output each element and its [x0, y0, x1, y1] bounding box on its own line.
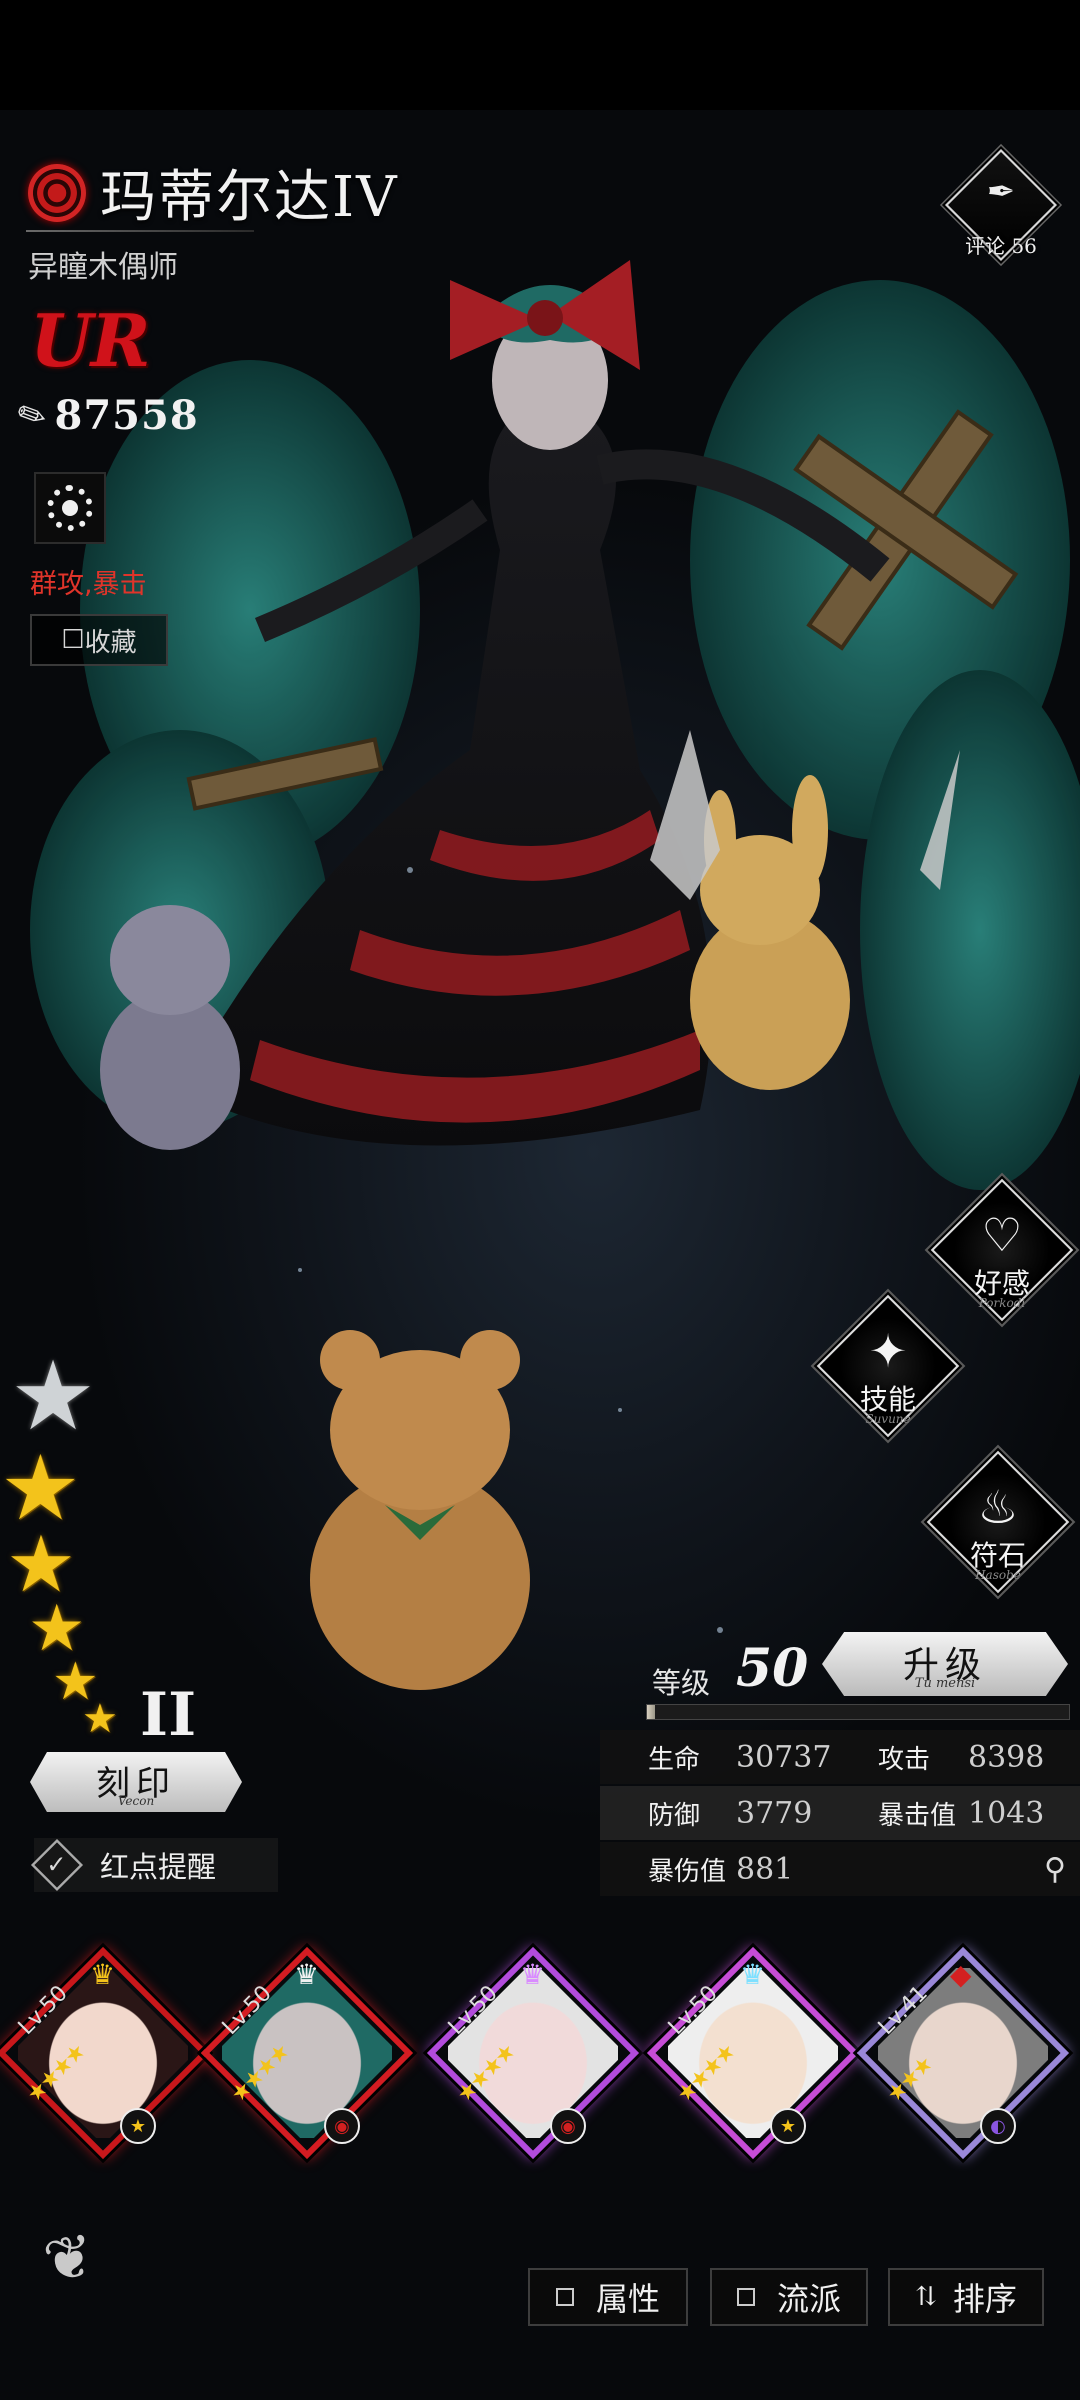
sparkle-icon: ✦	[868, 1324, 908, 1378]
heart-crest-icon: ♡	[981, 1208, 1023, 1262]
cat-doll	[100, 905, 240, 1150]
power-value: 87558	[54, 392, 199, 439]
element-icon: ◉	[550, 2108, 586, 2144]
attribute-label: 属性	[595, 2280, 660, 2318]
stat-crit-label: 暴击值	[878, 1800, 957, 1831]
level-value: 50	[736, 1638, 809, 1699]
exp-bar-fill	[647, 1705, 656, 1719]
crown-icon: ◆	[950, 1958, 972, 1991]
stat-row: 暴伤值 881 ⚲	[600, 1842, 1080, 1896]
power-row: ✎ 87558	[11, 391, 199, 439]
element-icon: ★	[120, 2108, 156, 2144]
stat-atk-label: 攻击	[878, 1744, 931, 1775]
stat-hp-label: 生命	[648, 1744, 701, 1775]
skills-button[interactable]: ✦ 技能 Suvune	[816, 1294, 960, 1438]
exp-bar	[646, 1704, 1070, 1720]
hero-card[interactable]: Lv.41 ◆ ★★★ ◐	[856, 1946, 1070, 2160]
comments-button[interactable]: ✒ 评论 56	[944, 148, 1058, 262]
hero-name: 玛蒂尔达IV	[100, 165, 399, 230]
magnifier-icon[interactable]: ⚲	[1044, 1852, 1066, 1887]
class-icon[interactable]	[34, 472, 106, 544]
checkbox-icon: ☐	[61, 625, 85, 655]
hero-detail-screen: 玛蒂尔达IV 异瞳木偶师 UR ✎ 87558 群攻,暴击 ☐ 收藏 ✒ 评论 5…	[0, 0, 1080, 2400]
runes-sublabel: Hasobe	[975, 1568, 1021, 1582]
favorite-label: 收藏	[84, 627, 137, 658]
reddot-label: 红点提醒	[100, 1850, 217, 1884]
school-label: 流派	[776, 2280, 841, 2318]
checkmark-icon: ✓	[46, 1850, 68, 1879]
grade-numeral: II	[140, 1680, 197, 1750]
stat-def-value: 3779	[736, 1795, 813, 1831]
power-icon: ✎	[10, 391, 54, 440]
checkbox-icon	[555, 2288, 574, 2306]
hero-name-row: 玛蒂尔达IV	[28, 152, 399, 233]
school-filter-button[interactable]: 流派	[710, 2268, 868, 2326]
reddot-toggle[interactable]: ✓ 红点提醒	[30, 1838, 278, 1892]
stat-crit-value: 1043	[968, 1795, 1045, 1831]
name-divider	[26, 230, 254, 232]
imprint-button[interactable]: 刻印 Vecon	[16, 1752, 256, 1812]
rose-logo-icon[interactable]: ❦	[38, 2220, 100, 2298]
star-rating: ★ ★ ★ ★ ★ ★	[0, 1340, 140, 1760]
ring-icon	[47, 485, 93, 531]
hero-card[interactable]: Lv.50 ♛ ★★★★ ◉	[200, 1946, 414, 2160]
sort-icon: ⇅	[915, 2282, 937, 2312]
comments-label: 评论 56	[965, 234, 1037, 258]
element-icon: ◉	[324, 2108, 360, 2144]
hero-card[interactable]: Lv.50 ♛ ★★★★ ★	[0, 1946, 210, 2160]
stat-row: 生命 30737 攻击 8398	[600, 1730, 1080, 1784]
class-tags: 群攻,暴击	[30, 569, 147, 600]
status-bar-area	[0, 0, 1080, 110]
hero-roster: Lv.50 ♛ ★★★★ ★ Lv.50 ♛ ★★★★ ◉ Lv.50 ♛ ★★★★ ◉ Lv.50 ♛ ★…	[0, 1930, 1080, 2190]
stat-row: 防御 3779 暴击值 1043	[600, 1786, 1080, 1840]
crown-icon: ♛	[90, 1958, 116, 1991]
hero-card[interactable]: Lv.50 ♛ ★★★★ ◉	[426, 1946, 640, 2160]
sort-label: 排序	[952, 2280, 1017, 2318]
gold-star-icon: ★	[82, 1696, 118, 1742]
crown-icon: ♛	[520, 1958, 546, 1991]
stat-atk-value: 8398	[968, 1739, 1045, 1775]
hero-artwork	[30, 260, 1080, 1690]
bunny-doll	[690, 775, 850, 1090]
rarity-badge: UR	[30, 298, 151, 383]
stat-def-label: 防御	[648, 1800, 701, 1831]
checkbox-icon	[736, 2288, 755, 2306]
upgrade-button[interactable]: 升级 Tu mensi	[822, 1632, 1068, 1696]
hero-title: 异瞳木偶师	[28, 250, 178, 285]
flame-rune-icon: ♨	[977, 1480, 1019, 1534]
favorite-button[interactable]: ☐ 收藏	[30, 614, 168, 666]
crown-icon: ♛	[740, 1958, 766, 1991]
runes-button[interactable]: ♨ 符石 Hasobe	[926, 1450, 1070, 1594]
upgrade-sublabel: Tu mensi	[914, 1676, 976, 1691]
stat-critdmg-label: 暴伤值	[648, 1856, 727, 1887]
sort-button[interactable]: ⇅ 排序	[888, 2268, 1044, 2326]
bear-doll	[310, 1330, 530, 1690]
checkbox[interactable]: ✓	[30, 1838, 84, 1892]
level-label: 等级	[652, 1666, 711, 1700]
crown-icon: ♛	[294, 1958, 320, 1991]
element-icon: ★	[770, 2108, 806, 2144]
quill-icon: ✒	[986, 172, 1016, 212]
stat-critdmg-value: 881	[736, 1851, 794, 1887]
attribute-filter-button[interactable]: 属性	[528, 2268, 688, 2326]
stat-hp-value: 30737	[736, 1739, 832, 1775]
red-spiral-icon	[28, 163, 86, 222]
stats-panel: 生命 30737 攻击 8398 防御 3779 暴击值 1043 暴伤值 88…	[600, 1730, 1080, 1898]
skills-sublabel: Suvune	[865, 1412, 911, 1426]
hero-card[interactable]: Lv.50 ♛ ★★★★ ★	[646, 1946, 860, 2160]
imprint-sublabel: Vecon	[117, 1794, 155, 1808]
element-icon: ◐	[980, 2108, 1016, 2144]
